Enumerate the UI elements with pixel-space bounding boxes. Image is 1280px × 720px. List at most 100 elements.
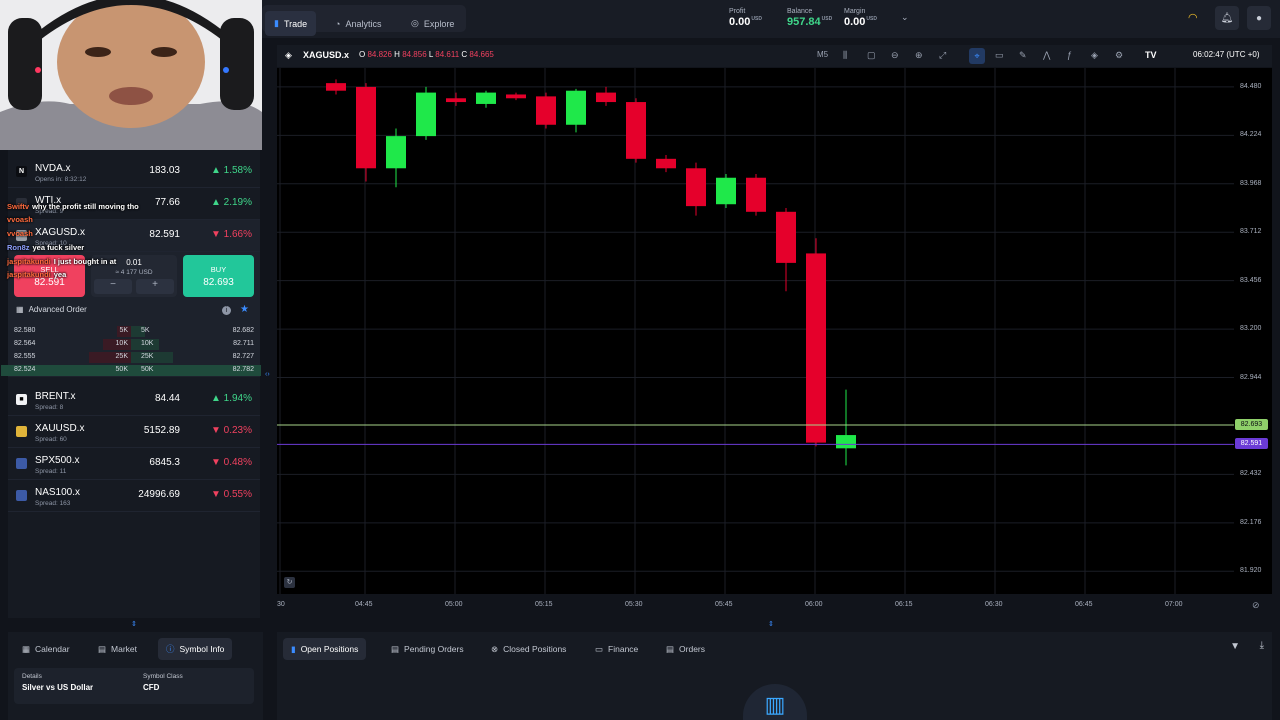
symbol-change: ▼ 0.55%	[210, 489, 252, 500]
candle-body[interactable]	[536, 96, 556, 125]
candle-body[interactable]	[566, 90, 586, 125]
positions-panel: ▮ Open Positions ▤ Pending Orders ⊗ Clos…	[277, 632, 1272, 720]
symbol-price: 183.03	[149, 165, 180, 176]
quantity-minus-button[interactable]: −	[94, 279, 132, 294]
orderbook-row[interactable]: 82.564 10K 10K 82.711	[8, 338, 254, 351]
tab-finance[interactable]: ▭ Finance	[587, 638, 646, 660]
bid-volume: 50K	[115, 366, 128, 373]
watchlist-row[interactable]: SPX500.x Spread: 11 6845.3 ▼ 0.48%	[8, 449, 260, 480]
advanced-order-toggle[interactable]: ▦ Advanced Order	[16, 305, 87, 314]
indicator-icon[interactable]: ⋀	[1043, 50, 1050, 61]
tab-calendar[interactable]: ▦ Calendar	[14, 638, 78, 660]
candle-body[interactable]	[476, 92, 496, 104]
filter-icon[interactable]: ▼	[1230, 641, 1240, 652]
timeframe-selector[interactable]: M5	[817, 50, 828, 59]
fit-screen-icon[interactable]: ⤢	[939, 50, 946, 61]
symbol-subtext: Spread: 11	[35, 468, 67, 475]
positions-icon: ▮	[291, 643, 296, 654]
chart-symbol[interactable]: XAGUSD.x	[303, 50, 349, 60]
candle-body[interactable]	[326, 83, 346, 91]
zoom-out-icon[interactable]: ⊖	[891, 50, 899, 61]
nav-tab-explore[interactable]: ◎ Explore	[402, 11, 463, 36]
horizontal-line-icon[interactable]: ▭	[995, 50, 1004, 61]
function-icon[interactable]: ƒ	[1067, 50, 1072, 60]
orderbook-row[interactable]: 82.524 50K 50K 82.782	[1, 364, 261, 377]
star-icon[interactable]: ★	[240, 304, 249, 315]
reset-chart-icon[interactable]: ↻	[284, 577, 295, 588]
nav-tab-trade[interactable]: ▮ Trade	[265, 11, 317, 36]
candlestick-chart[interactable]	[277, 68, 1234, 594]
candle-body[interactable]	[596, 92, 616, 103]
tab-orders[interactable]: ▤ Orders	[658, 638, 713, 660]
price-chart[interactable]	[277, 68, 1234, 594]
tab-open-positions[interactable]: ▮ Open Positions	[283, 638, 367, 660]
candle-body[interactable]	[746, 177, 766, 212]
symbol-change: ▼ 0.48%	[210, 457, 252, 468]
watchlist-row[interactable]: ■ BRENT.x Spread: 8 84.44 ▲ 1.94%	[8, 385, 260, 416]
wifi-icon: ◠	[1188, 12, 1198, 24]
time-axis-label: 06:15	[895, 601, 913, 608]
candle-body[interactable]	[356, 86, 376, 169]
candle-body[interactable]	[626, 102, 646, 159]
candle-body[interactable]	[386, 136, 406, 169]
nav-tab-analytics[interactable]: ◔ Analytics	[326, 11, 390, 36]
chat-text: yea fuck silver	[32, 243, 85, 252]
nav-tab-label: Analytics	[345, 18, 382, 29]
time-axis-label: 30	[277, 601, 285, 608]
price-axis[interactable]: 84.480 84.224 83.968 83.712 83.456 83.200 82.9…	[1234, 68, 1272, 594]
tab-symbol-info[interactable]: ⓘ Symbol Info	[158, 638, 233, 660]
orderbook-row[interactable]: 82.580 5K 5K 82.682	[8, 325, 254, 338]
ask-volume: 5K	[141, 327, 150, 334]
chat-message: jaspitakundi I just bought in at	[7, 257, 116, 266]
candle-body[interactable]	[776, 211, 796, 263]
grid-icon: ▦	[16, 305, 24, 314]
tab-market[interactable]: ▤ Market	[90, 638, 145, 660]
candle-body[interactable]	[446, 98, 466, 103]
market-icon: ▤	[98, 643, 107, 654]
symbol-subtext: Spread: 60	[35, 436, 67, 443]
margin-currency: USD	[866, 16, 877, 23]
book-icon: ▥	[764, 692, 786, 717]
candle-body[interactable]	[806, 253, 826, 443]
candle-body[interactable]	[716, 177, 736, 205]
ask-price: 82.782	[232, 366, 254, 373]
zoom-in-icon[interactable]: ⊕	[915, 50, 923, 61]
candle-type-icon[interactable]: ⫼	[843, 50, 847, 61]
bid-price: 82.564	[14, 340, 36, 347]
candle-body[interactable]	[656, 158, 676, 169]
notification-bell-icon[interactable]: 🔔︎	[1215, 6, 1239, 30]
user-icon[interactable]: ●	[1247, 6, 1271, 30]
quantity-plus-button[interactable]: +	[136, 279, 174, 294]
tab-pending-orders[interactable]: ▤ Pending Orders	[383, 638, 472, 660]
collapse-panel-icon[interactable]: ‹›	[265, 371, 270, 378]
watchlist-row[interactable]: NAS100.x Spread: 163 24996.69 ▼ 0.55%	[8, 481, 260, 512]
candle-body[interactable]	[416, 92, 436, 137]
layers-icon[interactable]: ◈	[1091, 50, 1098, 61]
orderbook-row[interactable]: 82.555 25K 25K 82.727	[8, 351, 254, 364]
price-axis-label: 83.968	[1240, 179, 1262, 187]
candle-body[interactable]	[686, 168, 706, 207]
crosshair-icon[interactable]: ⌖	[969, 48, 985, 64]
details-value: Silver vs US Dollar	[22, 683, 94, 692]
ask-volume: 50K	[141, 366, 154, 373]
buy-button[interactable]: BUY 82.693	[183, 255, 254, 297]
settings-gear-icon[interactable]: ⚙	[1115, 50, 1123, 61]
candle-body[interactable]	[836, 435, 856, 449]
watchlist-row[interactable]: N NVDA.x Opens in: 8:32:12 183.03 ▲ 1.58%	[8, 157, 260, 188]
tab-closed-positions[interactable]: ⊗ Closed Positions	[483, 638, 574, 660]
resize-handle-icon[interactable]: ⇕	[768, 620, 774, 628]
download-icon[interactable]: ⤓	[1260, 640, 1264, 651]
orders-icon: ▤	[666, 643, 675, 654]
info-icon[interactable]: i	[222, 306, 231, 315]
ohlc-close: 84.665	[469, 50, 494, 59]
profit-value: 0.00	[729, 16, 751, 28]
left-resize-handle-icon[interactable]: ⇕	[131, 620, 137, 628]
chart-settings-small-icon[interactable]: ⊘	[1252, 600, 1260, 611]
price-axis-label: 83.456	[1240, 276, 1262, 284]
candle-body[interactable]	[506, 94, 526, 99]
watchlist-row[interactable]: XAUUSD.x Spread: 60 5152.89 ▼ 0.23%	[8, 417, 260, 448]
symbol-change: ▲ 2.19%	[210, 197, 252, 208]
fullscreen-box-icon[interactable]: ▢	[867, 50, 876, 61]
pencil-icon[interactable]: ✎	[1019, 50, 1027, 61]
account-dropdown-chevron-icon[interactable]: ⌄	[901, 12, 909, 23]
